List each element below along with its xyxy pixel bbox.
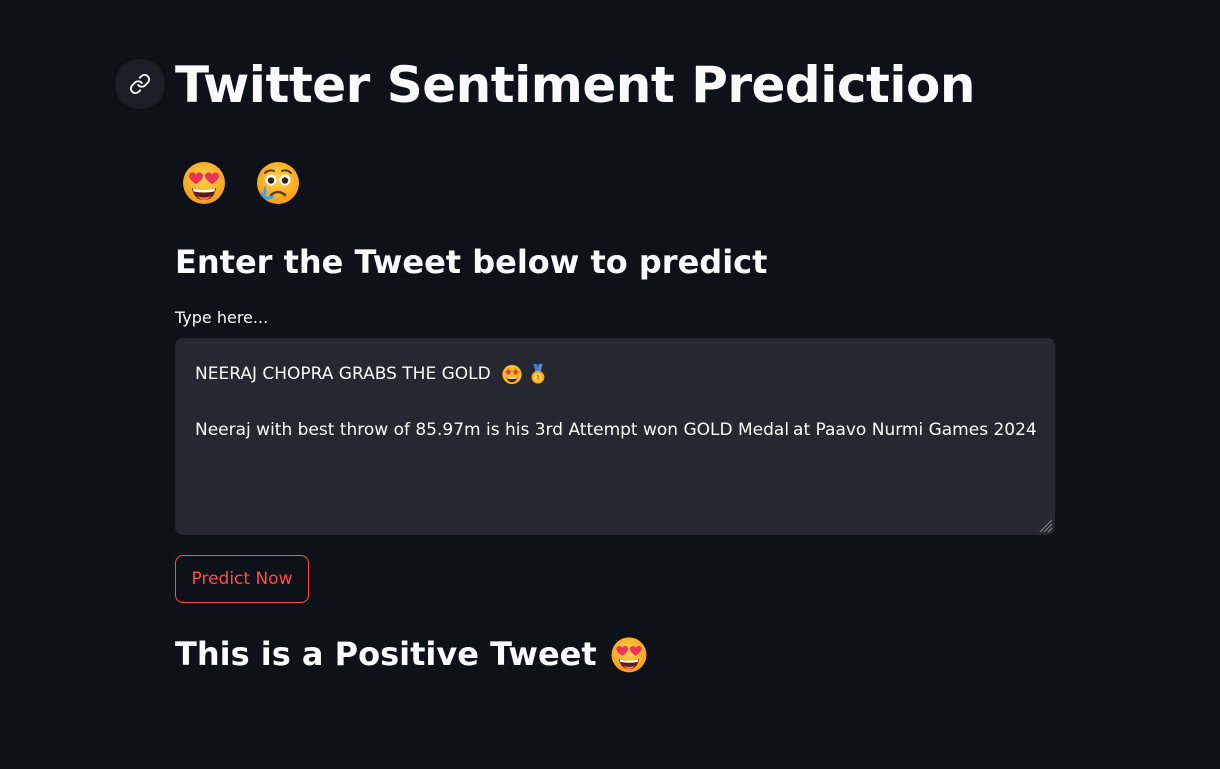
prediction-result-text: This is a Positive Tweet [175, 635, 597, 673]
svg-text:1: 1 [536, 375, 540, 382]
page-title: Twitter Sentiment Prediction [175, 56, 975, 114]
tweet-textarea[interactable]: NEERAJ CHOPRA GRABS THE GOLD 1 Neeraj wi… [175, 338, 1055, 535]
link-icon[interactable] [115, 59, 165, 109]
prediction-result: This is a Positive Tweet [175, 632, 649, 676]
section-subheader: Enter the Tweet below to predict [175, 243, 768, 281]
app-page: Twitter Sentiment Prediction Enter the T… [0, 0, 1220, 769]
resize-handle-icon[interactable] [1037, 517, 1053, 533]
emoji-row [180, 158, 302, 206]
tweet-line-2: Neeraj with best throw of 85.97m is his … [195, 416, 1037, 444]
tweet-line-1: NEERAJ CHOPRA GRABS THE GOLD 1 [195, 360, 1035, 388]
tweet-input-label: Type here... [175, 308, 269, 327]
tweet-line-1-text: NEERAJ CHOPRA GRABS THE GOLD [195, 364, 491, 384]
tweet-line-2-text-b: at Paavo Nurmi Games 2024 [793, 420, 1037, 440]
crying-face-icon [257, 162, 299, 204]
tweet-line-2-text-a: Neeraj with best throw of 85.97m is his … [195, 420, 790, 440]
predict-now-button[interactable]: Predict Now [175, 555, 309, 603]
gold-medal-icon: 1 [531, 363, 545, 384]
star-struck-icon [502, 364, 522, 385]
heart-eyes-icon [183, 162, 225, 204]
heart-eyes-icon [611, 637, 647, 673]
